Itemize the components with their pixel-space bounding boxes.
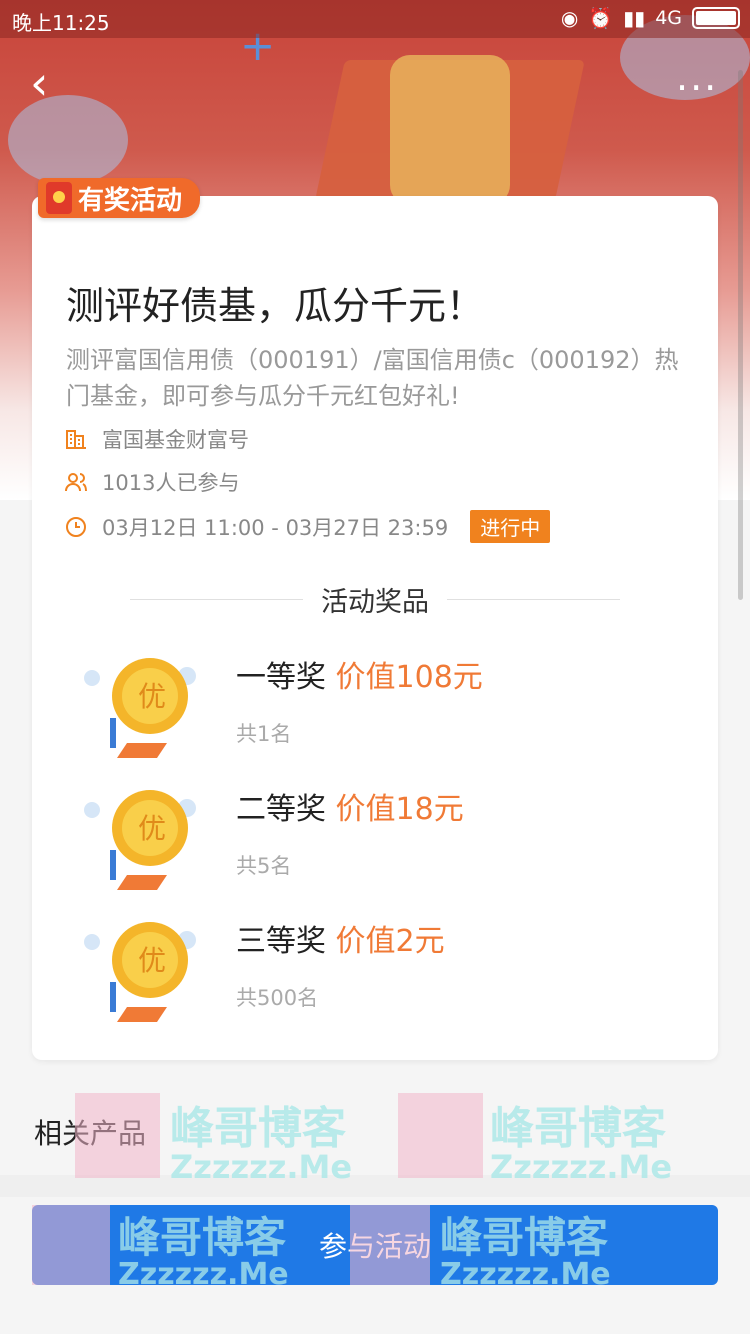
prize-value: 价值18元 xyxy=(335,792,464,827)
badge-label: 有奖活动 xyxy=(78,185,183,216)
prize-title: 一等奖 价值108元 xyxy=(236,652,483,696)
prize-count: 共500名 xyxy=(236,986,319,1010)
users-icon xyxy=(65,473,87,492)
chevron-left-icon: ‹ xyxy=(30,56,49,110)
participants-count: 1013人已参与 xyxy=(102,471,240,495)
prize-item: 优 二等奖 价值18元 共5名 xyxy=(66,780,666,910)
alarm-icon: ⏰ xyxy=(588,6,614,30)
watermark-url: Zzzzzz.Me xyxy=(118,1257,289,1292)
organizer-row: 富国基金财富号 xyxy=(64,424,249,454)
activity-description: 测评富国信用债（000191）/富国信用债c（000192）热门基金，即可参与瓜… xyxy=(66,346,679,410)
time-range: 03月12日 11:00 - 03月27日 23:59 xyxy=(102,515,449,540)
status-time: 晚上11:25 xyxy=(12,11,110,35)
network-type: 4G xyxy=(655,7,682,29)
participants-row: 1013人已参与 xyxy=(64,467,239,497)
watermark-url: Zzzzzz.Me xyxy=(170,1148,353,1186)
prize-value: 价值2元 xyxy=(335,924,445,959)
svg-text:优: 优 xyxy=(138,812,166,845)
watermark-logo xyxy=(75,1093,160,1178)
status-bar: 晚上11:25 ◉ ⏰ ▮▮ 4G xyxy=(0,0,750,38)
prize-rank: 一等奖 xyxy=(236,660,326,695)
time-row: 03月12日 11:00 - 03月27日 23:59 进行中 xyxy=(64,510,551,543)
cloud-decoration xyxy=(8,95,128,185)
prize-count: 共1名 xyxy=(236,722,292,746)
watermark-logo xyxy=(350,1205,430,1285)
prizes-section-title: 活动奖品 xyxy=(321,587,429,618)
prize-rank: 二等奖 xyxy=(236,792,326,827)
activity-title: 测评好债基，瓜分千元！ xyxy=(66,284,485,328)
watermark-url: Zzzzzz.Me xyxy=(440,1257,611,1292)
signal-icon: ▮▮ xyxy=(623,6,646,30)
svg-text:优: 优 xyxy=(138,680,166,713)
back-button[interactable]: ‹ xyxy=(30,60,48,106)
headset-icon: ◉ xyxy=(560,6,579,30)
prize-rank: 三等奖 xyxy=(236,924,326,959)
prizes-section-header: 活动奖品 xyxy=(130,580,620,619)
red-envelope-icon xyxy=(46,182,72,214)
svg-text:优: 优 xyxy=(138,944,166,977)
watermark-text: 峰哥博客 xyxy=(440,1213,609,1262)
reward-activity-badge: 有奖活动 xyxy=(38,178,201,218)
coupon-coin-icon: 优 xyxy=(84,658,196,758)
watermark-text: 峰哥博客 xyxy=(490,1103,666,1154)
battery-icon xyxy=(692,7,740,29)
organizer-name: 富国基金财富号 xyxy=(102,428,249,452)
watermark-text: 峰哥博客 xyxy=(170,1103,346,1154)
watermark-url: Zzzzzz.Me xyxy=(490,1148,673,1186)
watermark-logo xyxy=(32,1205,110,1285)
divider-line xyxy=(130,599,303,600)
prize-count: 共5名 xyxy=(236,854,292,878)
more-icon: ... xyxy=(676,55,719,99)
prize-item: 优 三等奖 价值2元 共500名 xyxy=(66,912,666,1042)
clock-icon xyxy=(66,516,86,537)
building-icon xyxy=(66,430,86,449)
prize-item: 优 一等奖 价值108元 共1名 xyxy=(66,648,666,778)
status-badge: 进行中 xyxy=(470,510,551,543)
prize-title: 三等奖 价值2元 xyxy=(236,916,445,960)
watermark-text: 峰哥博客 xyxy=(118,1213,287,1262)
coupon-coin-icon: 优 xyxy=(84,790,196,890)
more-button[interactable]: ... xyxy=(676,58,718,96)
coupon-coin-icon: 优 xyxy=(84,922,196,1022)
divider-line xyxy=(447,599,620,600)
scrollbar[interactable] xyxy=(738,70,743,600)
watermark-logo xyxy=(398,1093,483,1178)
gift-ribbon-illustration xyxy=(390,55,510,205)
prize-value: 价值108元 xyxy=(335,660,483,695)
prize-title: 二等奖 价值18元 xyxy=(236,784,464,828)
